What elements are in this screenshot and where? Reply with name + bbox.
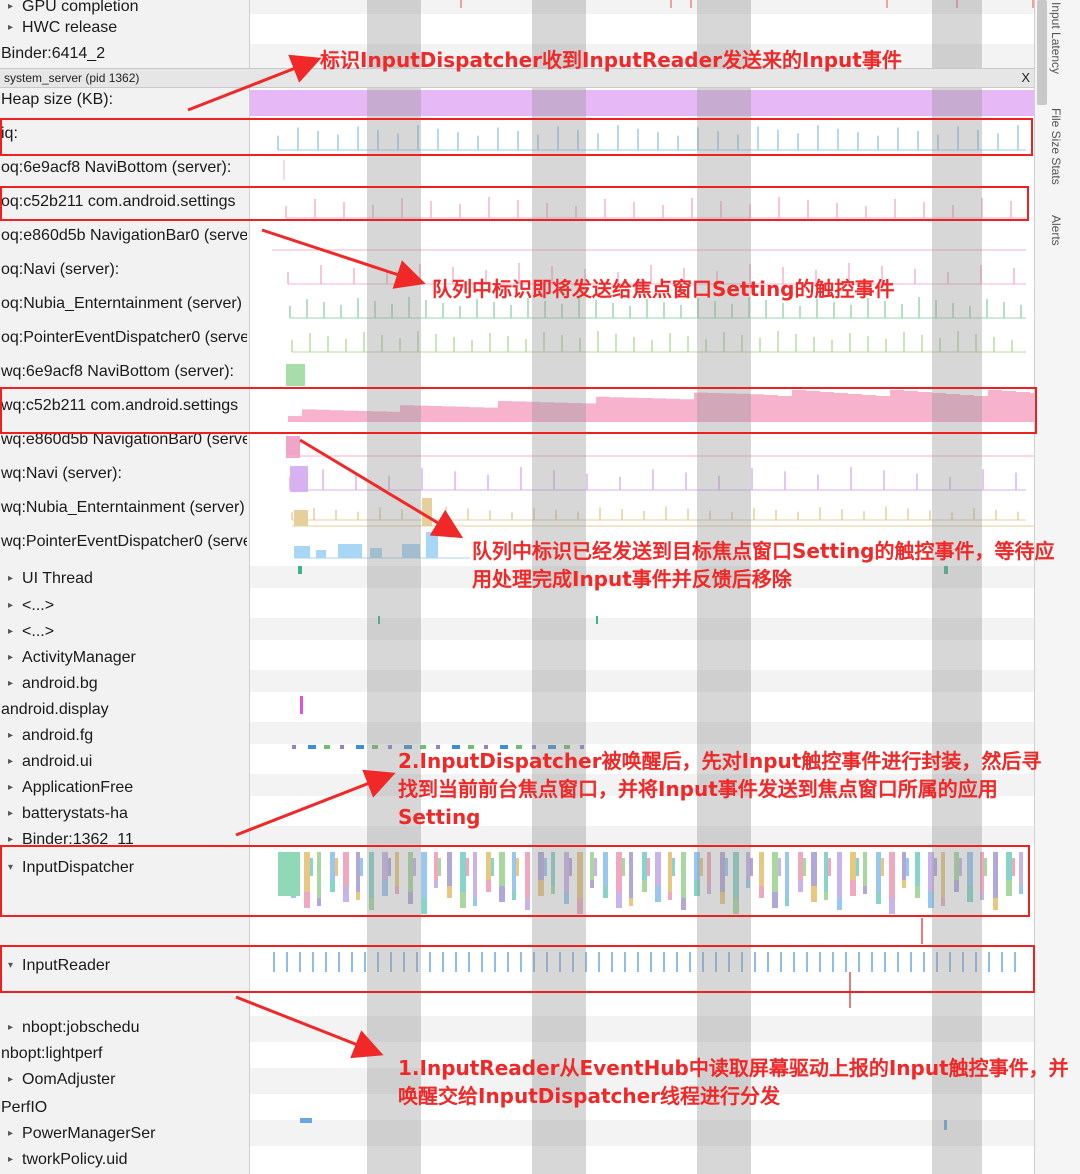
wq-pointer-block: [316, 550, 326, 558]
track-label[interactable]: <...>: [1, 596, 247, 618]
tab-alerts[interactable]: Alerts: [1049, 215, 1063, 246]
track-label[interactable]: GPU completion: [1, 0, 247, 19]
close-icon[interactable]: X: [1021, 70, 1030, 85]
wq-navbar-block: [286, 436, 300, 458]
android-fg-slice: [340, 745, 344, 749]
highlight-inputreader-row: [0, 945, 1035, 993]
wq-nubia-peak: [422, 498, 432, 526]
tab-input-latency[interactable]: Input Latency: [1049, 2, 1063, 74]
slice: [596, 616, 598, 624]
android-fg-slice: [324, 745, 330, 749]
gpu-completion-mark: [690, 0, 692, 8]
annotation-inputdispatcher-received: 标识InputDispatcher收到InputReader发送来的Input事…: [320, 48, 902, 72]
android-display-slice: [300, 696, 303, 714]
track-label: Binder:6414_2: [1, 45, 106, 62]
track-label[interactable]: batterystats-ha: [1, 804, 247, 826]
track-label: nbopt:lightperf: [1, 1045, 103, 1062]
wq-pointer-block: [426, 532, 438, 558]
track-label: Heap size (KB):: [1, 91, 114, 108]
highlight-inputdispatcher-row: [0, 845, 1030, 917]
scrollbar-thumb[interactable]: [1037, 0, 1047, 105]
track-label[interactable]: nbopt:jobschedu: [1, 1018, 247, 1040]
track-label[interactable]: tworkPolicy.uid: [1, 1150, 247, 1172]
track-label[interactable]: ActivityManager: [1, 648, 247, 670]
track-label[interactable]: HWC release: [1, 18, 247, 40]
wq-nubia-block: [294, 510, 308, 526]
track-label: wq:6e9acf8 NaviBottom (server):: [1, 363, 234, 380]
tab-file-size-stats[interactable]: File Size Stats: [1049, 108, 1063, 185]
android-fg-slice: [356, 745, 364, 749]
track-label: wq:PointerEventDispatcher0 (server): [1, 533, 247, 550]
wq-navi-block: [290, 466, 308, 492]
track-label[interactable]: ApplicationFree: [1, 778, 247, 800]
annotation-oq-pending: 队列中标识即将发送给焦点窗口Setting的触控事件: [432, 277, 895, 301]
android-fg-slice: [308, 745, 316, 749]
gpu-completion-mark: [886, 0, 888, 8]
track-label[interactable]: android.fg: [1, 726, 247, 748]
powermanager-slice: [300, 1118, 312, 1123]
track-label: wq:Navi (server):: [1, 465, 122, 482]
track-label: oq:Navi (server):: [1, 261, 120, 278]
ui-thread-slice: [298, 566, 302, 574]
timeline-highlight-stripe: [367, 0, 421, 1174]
wq-pointer-block: [294, 546, 310, 558]
annotation-step-1: 1.InputReader从EventHub中读取屏幕驱动上报的Input触控事…: [398, 1056, 1069, 1108]
track-label: oq:PointerEventDispatcher0 (server): [1, 329, 247, 346]
annotation-wq-waiting: 队列中标识已经发送到目标焦点窗口Setting的触控事件，等待应用处理完成Inp…: [472, 539, 1055, 591]
annotation-step-2: 2.InputDispatcher被唤醒后，先对Input触控事件进行封装，然后…: [398, 749, 1042, 829]
track-label[interactable]: android.ui: [1, 752, 247, 774]
track-label[interactable]: UI Thread: [1, 569, 247, 591]
gpu-completion-mark: [670, 0, 672, 8]
wq-pointer-block: [338, 544, 362, 558]
track-label[interactable]: OomAdjuster: [1, 1070, 247, 1092]
track-label: wq:Nubia_Enterntainment (server): [1, 499, 245, 516]
track-label[interactable]: PowerManagerSer: [1, 1124, 247, 1146]
track-label: android.display: [1, 701, 109, 718]
highlight-wq-settings-row: [0, 387, 1037, 434]
track-label-panel: GPU completionHWC release Binder:6414_2 He…: [0, 0, 250, 1174]
gpu-completion-mark: [460, 0, 462, 8]
track-label: PerfIO: [1, 1099, 48, 1116]
highlight-oq-settings-row: [0, 186, 1029, 221]
track-label: oq:6e9acf8 NaviBottom (server):: [1, 159, 232, 176]
track-label[interactable]: <...>: [1, 622, 247, 644]
android-fg-slice: [292, 745, 296, 749]
wq-navibottom-block: [286, 364, 305, 386]
track-label: oq:Nubia_Enterntainment (server): [1, 295, 243, 312]
track-label: oq:e860d5b NavigationBar0 (server): [1, 227, 247, 244]
highlight-iq-row: [0, 118, 1033, 156]
track-label[interactable]: android.bg: [1, 674, 247, 696]
process-title: system_server (pid 1362): [4, 71, 140, 85]
